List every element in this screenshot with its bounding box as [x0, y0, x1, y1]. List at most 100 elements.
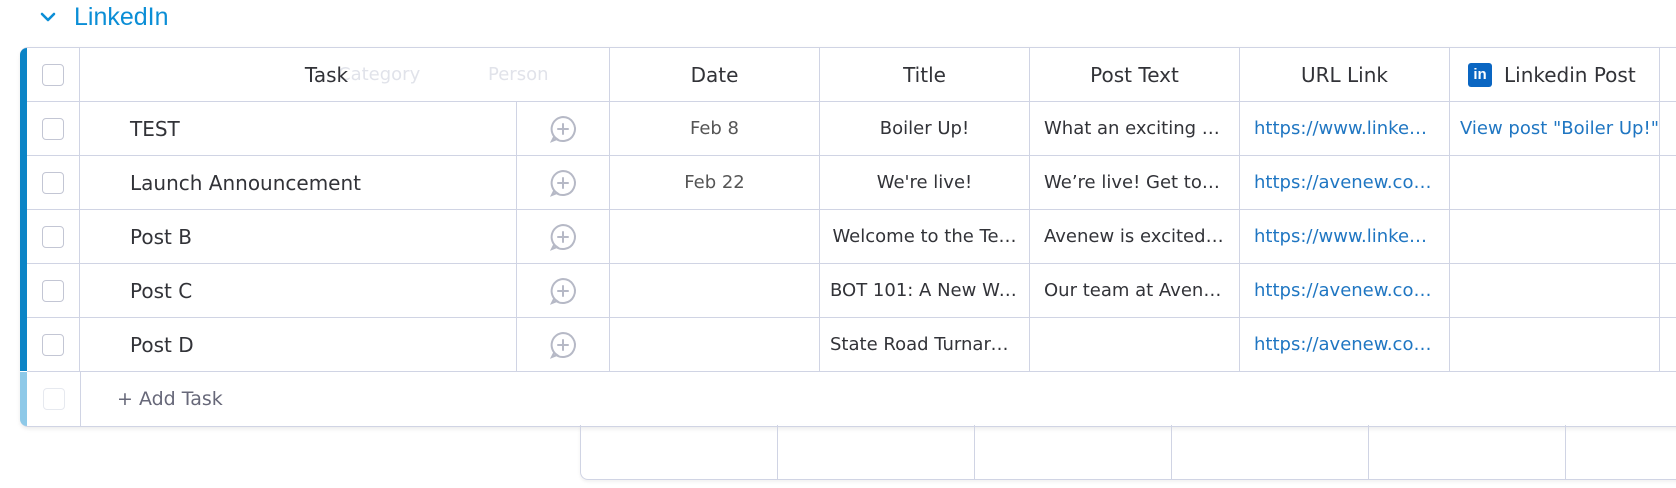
column-header-task[interactable]: Category Person Task — [80, 48, 610, 101]
add-person-icon[interactable] — [548, 222, 578, 252]
date-cell[interactable] — [610, 264, 820, 317]
add-row-checkbox — [42, 388, 65, 410]
group-color-stripe-light — [20, 372, 27, 426]
task-name: Post D — [130, 332, 194, 357]
date-value: Feb 8 — [689, 118, 740, 139]
post-text-cell[interactable]: Avenew is excited t… — [1030, 210, 1240, 263]
post-text-cell[interactable]: What an exciting ti… — [1030, 102, 1240, 155]
column-header-url-label: URL Link — [1301, 62, 1388, 87]
column-header-title[interactable]: Title — [820, 48, 1030, 101]
row-select-cell — [27, 318, 80, 371]
post-text-cell[interactable] — [1030, 318, 1240, 371]
add-person-icon[interactable] — [548, 114, 578, 144]
person-cell[interactable] — [517, 264, 610, 317]
linkedin-cell[interactable] — [1450, 264, 1660, 317]
date-cell[interactable]: Feb 22 — [610, 156, 820, 209]
lower-segment-post-text — [975, 425, 1172, 479]
post-text-value: What an exciting ti… — [1044, 118, 1232, 139]
column-header-post-text-label: Post Text — [1090, 62, 1179, 87]
url-cell[interactable]: https://avenew.com/ — [1240, 156, 1450, 209]
url-link[interactable]: https://avenew.co… — [1240, 318, 1449, 371]
title-cell[interactable]: State Road Turnaro… — [820, 318, 1030, 371]
linkedin-post-link[interactable]: View post "Boiler Up!" — [1450, 118, 1659, 139]
column-header-date-label: Date — [690, 62, 739, 87]
row-select-cell — [27, 264, 80, 317]
column-header-linkedin[interactable]: in Linkedin Post — [1450, 48, 1660, 101]
task-cell[interactable]: Post B — [80, 210, 517, 263]
row-checkbox[interactable] — [42, 171, 64, 194]
table-row[interactable]: Post C BOT 101: A New Wa… Our team at Av… — [27, 264, 1676, 318]
date-cell[interactable] — [610, 318, 820, 371]
add-person-icon[interactable] — [548, 168, 578, 198]
ghost-column-category: Category — [338, 64, 421, 85]
lower-segment-title — [778, 425, 975, 479]
column-header-date[interactable]: Date — [610, 48, 820, 101]
add-person-icon[interactable] — [548, 276, 578, 306]
url-cell[interactable]: https://avenew.co… — [1240, 264, 1450, 317]
title-value: Welcome to the Te… — [832, 226, 1017, 247]
column-header-post-text[interactable]: Post Text — [1030, 48, 1240, 101]
task-name: TEST — [130, 116, 180, 141]
table-lower-extension — [580, 425, 1676, 480]
title-cell[interactable]: We're live! — [820, 156, 1030, 209]
column-header-task-label: Task — [304, 62, 349, 87]
row-select-cell — [27, 102, 80, 155]
table-row[interactable]: Post B Welcome to the Te… Avenew is exci… — [27, 210, 1676, 264]
linkedin-cell[interactable] — [1450, 318, 1660, 371]
column-header-linkedin-label: Linkedin Post — [1504, 62, 1636, 87]
column-header-url[interactable]: URL Link — [1240, 48, 1450, 101]
person-cell[interactable] — [517, 102, 610, 155]
chevron-down-icon[interactable] — [36, 5, 60, 29]
post-text-value: We’re live! Get to k… — [1044, 172, 1237, 193]
person-cell[interactable] — [517, 210, 610, 263]
lower-segment-linkedin — [1369, 425, 1566, 479]
group-title[interactable]: LinkedIn — [74, 3, 169, 32]
post-text-value: Avenew is excited t… — [1044, 226, 1237, 247]
table-row[interactable]: TEST Feb 8 Boiler Up! What an exciting t… — [27, 102, 1676, 156]
table-row[interactable]: Launch Announcement Feb 22 We're live! W… — [27, 156, 1676, 210]
url-cell[interactable]: https://www.linkedi… — [1240, 210, 1450, 263]
row-checkbox[interactable] — [42, 225, 64, 248]
title-cell[interactable]: BOT 101: A New Wa… — [820, 264, 1030, 317]
linkedin-cell[interactable]: View post "Boiler Up!" — [1450, 102, 1660, 155]
select-all-checkbox[interactable] — [42, 63, 64, 86]
row-checkbox[interactable] — [42, 117, 64, 140]
row-select-cell — [27, 156, 80, 209]
row-checkbox[interactable] — [42, 333, 64, 356]
table-header: Category Person Task Date Title Post Tex… — [27, 48, 1676, 102]
title-cell[interactable]: Boiler Up! — [820, 102, 1030, 155]
task-cell[interactable]: TEST — [80, 102, 517, 155]
column-header-title-label: Title — [903, 62, 946, 87]
post-text-cell[interactable]: We’re live! Get to k… — [1030, 156, 1240, 209]
add-person-icon[interactable] — [548, 330, 578, 360]
task-cell[interactable]: Post C — [80, 264, 517, 317]
board-table: Category Person Task Date Title Post Tex… — [20, 47, 1676, 427]
title-value: State Road Turnaro… — [830, 334, 1020, 355]
url-link[interactable]: https://avenew.com/ — [1240, 156, 1449, 209]
add-task-row[interactable]: + Add Task — [27, 372, 1676, 426]
add-task-button[interactable]: + Add Task — [117, 388, 223, 410]
group-color-stripe — [20, 48, 27, 371]
title-value: We're live! — [876, 172, 973, 193]
title-cell[interactable]: Welcome to the Te… — [820, 210, 1030, 263]
url-cell[interactable]: https://www.linkedi… — [1240, 102, 1450, 155]
date-value: Feb 22 — [684, 172, 745, 193]
url-cell[interactable]: https://avenew.co… — [1240, 318, 1450, 371]
linkedin-cell[interactable] — [1450, 156, 1660, 209]
url-link[interactable]: https://avenew.co… — [1240, 264, 1449, 317]
post-text-cell[interactable]: Our team at Avene… — [1030, 264, 1240, 317]
table-row[interactable]: Post D State Road Turnaro… https://avene… — [27, 318, 1676, 372]
add-row-select-cell — [27, 372, 81, 426]
task-cell[interactable]: Launch Announcement — [80, 156, 517, 209]
title-value: Boiler Up! — [879, 118, 970, 139]
date-cell[interactable] — [610, 210, 820, 263]
row-checkbox[interactable] — [42, 279, 64, 302]
url-link[interactable]: https://www.linkedi… — [1240, 102, 1449, 155]
lower-segment-url — [1172, 425, 1369, 479]
task-cell[interactable]: Post D — [80, 318, 517, 371]
url-link[interactable]: https://www.linkedi… — [1240, 210, 1449, 263]
date-cell[interactable]: Feb 8 — [610, 102, 820, 155]
person-cell[interactable] — [517, 318, 610, 371]
linkedin-cell[interactable] — [1450, 210, 1660, 263]
person-cell[interactable] — [517, 156, 610, 209]
